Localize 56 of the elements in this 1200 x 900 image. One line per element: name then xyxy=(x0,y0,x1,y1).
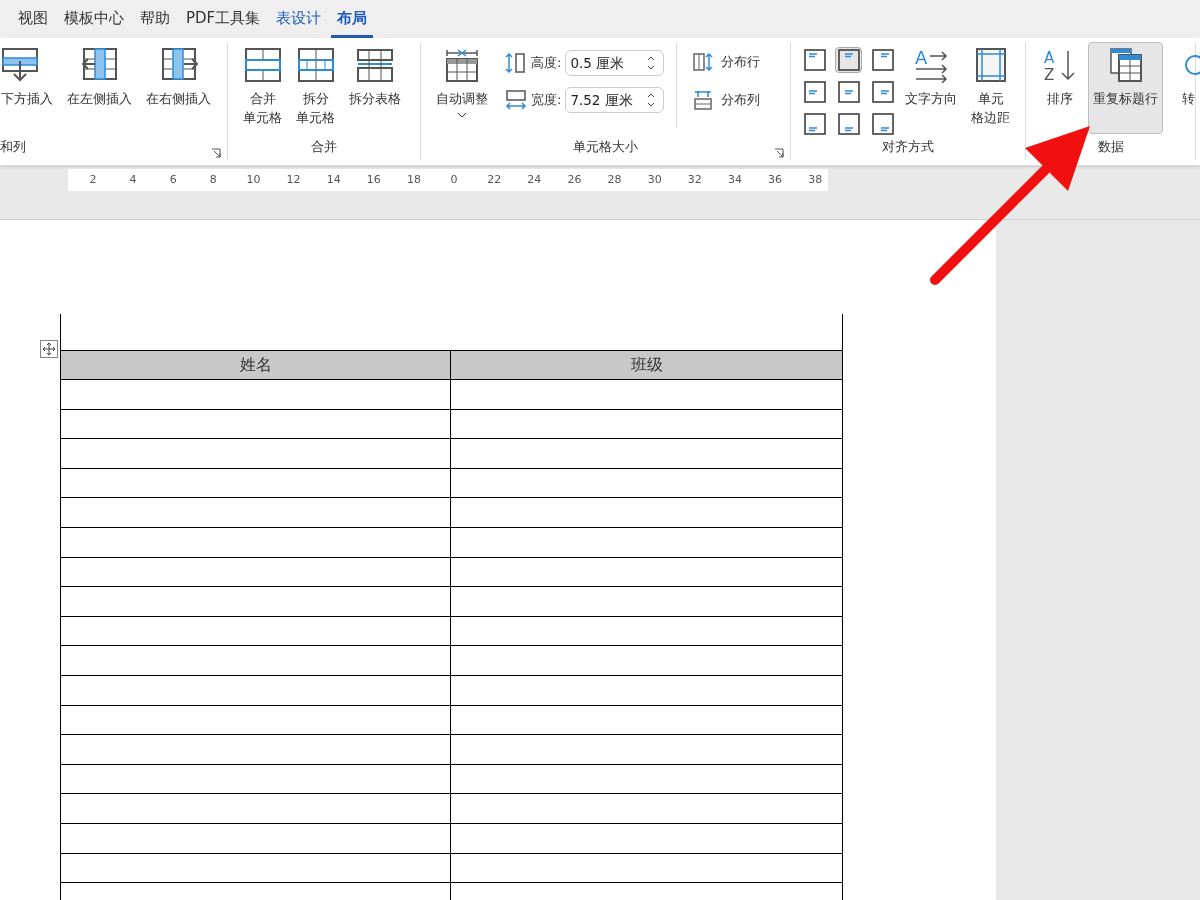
ribbon-button[interactable]: 单元 格边距 xyxy=(966,42,1015,134)
ribbon-tab[interactable]: 帮助 xyxy=(134,6,176,38)
column-header: 姓名 xyxy=(61,351,451,379)
group-label: 和列 xyxy=(0,138,26,156)
align-button[interactable] xyxy=(801,47,828,73)
insert-left-icon xyxy=(80,47,119,83)
column-header: 班级 xyxy=(629,354,664,376)
spin-arrows-icon[interactable] xyxy=(647,55,656,71)
align-button[interactable] xyxy=(869,111,896,137)
align-button[interactable] xyxy=(835,111,862,137)
align-button[interactable] xyxy=(801,79,828,105)
ribbon-button[interactable]: 拆分表格 xyxy=(344,42,406,134)
insert-right-icon xyxy=(159,47,198,83)
align-button[interactable] xyxy=(801,111,828,137)
ribbon-tab[interactable]: 视图 xyxy=(12,6,54,38)
ribbon-tab[interactable]: 表设计 xyxy=(270,6,328,38)
ribbon-button[interactable]: 转 xyxy=(1167,42,1200,134)
ribbon-button[interactable]: 在左侧插入 xyxy=(62,42,137,134)
group-label: 对齐方式 xyxy=(882,138,934,156)
ruler: 2 4 6 8 10 12 14 16 18 0 22 24 26 28 30 32 34 36 38 xyxy=(68,169,828,191)
align-button[interactable] xyxy=(835,47,862,73)
dialog-launcher-icon[interactable] xyxy=(211,148,221,158)
row-height-icon xyxy=(505,52,527,74)
ribbon-button[interactable]: 在右侧插入 xyxy=(141,42,216,134)
ribbon-button[interactable]: 下方插入 xyxy=(0,42,58,134)
split-cells-icon xyxy=(296,47,335,83)
ribbon-button[interactable]: A 文字方向 xyxy=(900,42,962,134)
split-table-icon xyxy=(356,47,394,83)
spinner-field[interactable]: 0.5 厘米 xyxy=(565,50,665,76)
dialog-launcher-icon[interactable] xyxy=(774,148,784,158)
spinner-field[interactable]: 7.52 厘米 xyxy=(565,87,665,113)
ribbon-button[interactable]: 拆分 单元格 xyxy=(291,42,340,134)
align-button[interactable] xyxy=(869,47,896,73)
align-button[interactable] xyxy=(869,79,896,105)
distribute-rows-icon xyxy=(693,52,714,72)
ribbon-button[interactable]: 分布行 xyxy=(693,50,761,74)
distribute-columns-icon xyxy=(693,90,714,110)
ribbon-button[interactable]: A Z 排序 xyxy=(1036,42,1084,134)
ribbon-tab[interactable]: 模板中心 xyxy=(58,6,130,38)
insert-below-icon xyxy=(2,47,40,83)
ribbon-button[interactable]: 自动调整 xyxy=(431,42,493,134)
ribbon-button[interactable]: 分布列 xyxy=(693,88,761,112)
group-label: 单元格大小 xyxy=(573,138,638,156)
field-label: 高度: xyxy=(531,54,562,73)
group-label: 合并 xyxy=(311,138,337,156)
group-label: 数据 xyxy=(1097,138,1124,156)
merge-cells-icon xyxy=(243,47,282,83)
ribbon-button[interactable]: 重复标题行 xyxy=(1088,42,1163,134)
ribbon-tab[interactable]: PDF工具集 xyxy=(180,6,267,38)
column-width-icon xyxy=(505,89,527,111)
ribbon-button[interactable]: 合并 单元格 xyxy=(238,42,287,134)
move-handle-icon xyxy=(40,340,58,358)
spin-arrows-icon[interactable] xyxy=(647,92,656,108)
autofit-icon xyxy=(443,47,481,83)
align-button[interactable] xyxy=(835,79,862,105)
field-label: 宽度: xyxy=(531,91,562,110)
